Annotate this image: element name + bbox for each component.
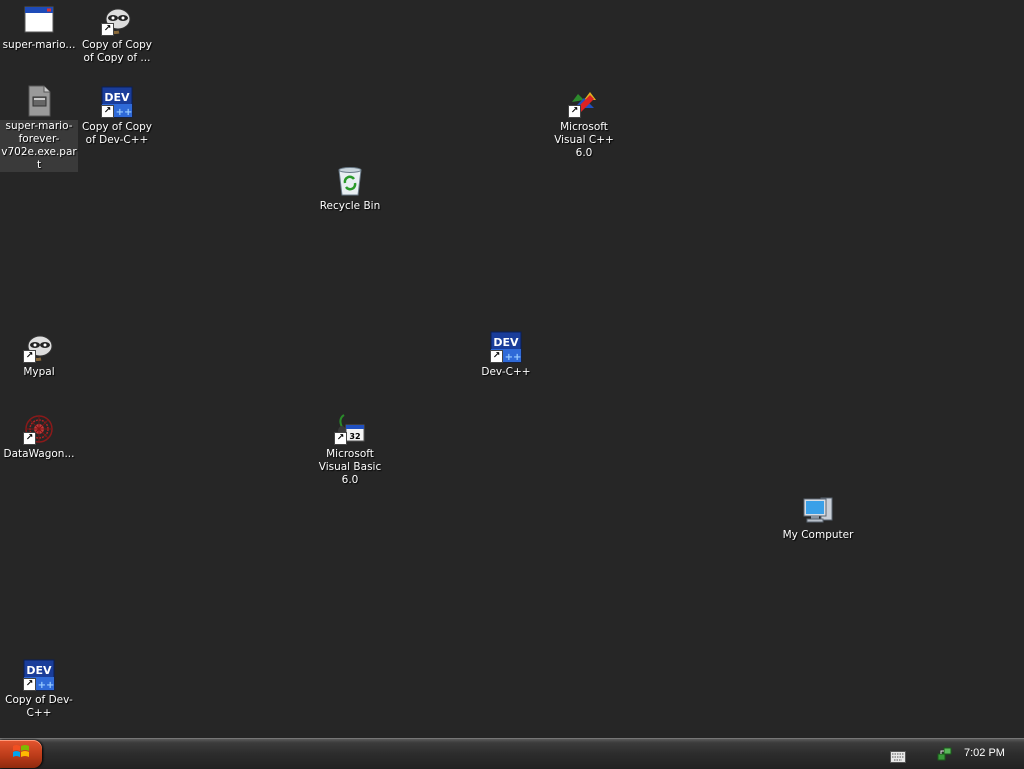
datawagon-icon: ↗ [23,413,55,445]
application-window-icon [23,4,55,36]
dev-cpp-icon: DEV ++ ↗ [101,86,133,118]
dev-text: DEV [26,664,52,677]
icon-label: super-mario-forever-v702e.exe.part [0,120,78,172]
shortcut-arrow-icon: ↗ [568,105,581,118]
desktop-icon-visual-cpp[interactable]: ↗ Microsoft Visual C++ 6.0 [545,86,623,160]
icon-label: My Computer [782,529,854,541]
icon-label: Microsoft Visual C++ 6.0 [554,121,614,159]
system-tray: 7:02 PM [884,739,1024,769]
shortcut-arrow-icon: ↗ [23,432,36,445]
icon-label: Copy of Copy of Copy of ... [81,39,153,64]
desktop-icon-datawagon[interactable]: ↗ DataWagon... [0,413,78,461]
desktop-icon-my-computer[interactable]: My Computer [779,494,857,542]
icon-label: super-mario... [2,39,76,51]
desktop-icon-partial-download[interactable]: super-mario-forever-v702e.exe.part [0,85,78,172]
partial-download-file-icon [23,85,55,117]
shortcut-arrow-icon: ↗ [23,678,36,691]
desktop[interactable]: super-mario... ↗ Copy of Copy of Copy of… [0,0,1024,738]
keyboard-icon[interactable] [890,748,906,767]
svg-text:++: ++ [505,352,522,363]
icon-label: Microsoft Visual Basic 6.0 [318,448,382,486]
icon-label: DataWagon... [3,448,75,460]
taskbar: 7:02 PM [0,738,1024,769]
network-icon[interactable] [937,746,953,766]
shortcut-arrow-icon: ↗ [334,432,347,445]
icon-label: Dev-C++ [481,366,531,378]
svg-text:32: 32 [349,432,360,441]
icon-label: Copy of Copy of Dev-C++ [81,121,153,146]
my-computer-icon [802,494,834,526]
windows-logo-icon [12,744,30,764]
start-button[interactable] [0,740,42,768]
mypal-raccoon-icon: ↗ [101,4,133,36]
desktop-icon-copy-of-copy-mypal[interactable]: ↗ Copy of Copy of Copy of ... [78,4,156,65]
desktop-icon-dev-cpp[interactable]: DEV ++ ↗ Dev-C++ [467,331,545,379]
dev-cpp-icon: DEV ++ ↗ [23,659,55,691]
desktop-icon-recycle-bin[interactable]: Recycle Bin [311,165,389,213]
desktop-icon-visual-basic[interactable]: 32 ↗ Microsoft Visual Basic 6.0 [311,413,389,487]
shortcut-arrow-icon: ↗ [490,350,503,363]
mypal-raccoon-icon: ↗ [23,331,55,363]
desktop-icon-mypal[interactable]: ↗ Mypal [0,331,78,379]
recycle-bin-icon [334,165,366,197]
shortcut-arrow-icon: ↗ [101,105,114,118]
visual-cpp-icon: ↗ [568,86,600,118]
shortcut-arrow-icon: ↗ [23,350,36,363]
visual-basic-icon: 32 ↗ [334,413,366,445]
icon-label: Copy of Dev-C++ [5,694,73,719]
system-clock[interactable]: 7:02 PM [964,747,1005,759]
dev-cpp-icon: DEV ++ ↗ [490,331,522,363]
icon-label: Recycle Bin [319,200,381,212]
icon-label: Mypal [23,366,55,378]
desktop-icon-copy-of-copy-dev-cpp[interactable]: DEV ++ ↗ Copy of Copy of Dev-C++ [78,86,156,147]
desktop-icon-super-mario[interactable]: super-mario... [0,4,78,52]
svg-text:++: ++ [116,107,133,118]
shortcut-arrow-icon: ↗ [101,23,114,36]
dev-text: DEV [104,91,130,104]
dev-text: DEV [493,336,519,349]
desktop-icon-copy-of-dev-cpp[interactable]: DEV ++ ↗ Copy of Dev-C++ [0,659,78,720]
svg-text:++: ++ [38,680,55,691]
